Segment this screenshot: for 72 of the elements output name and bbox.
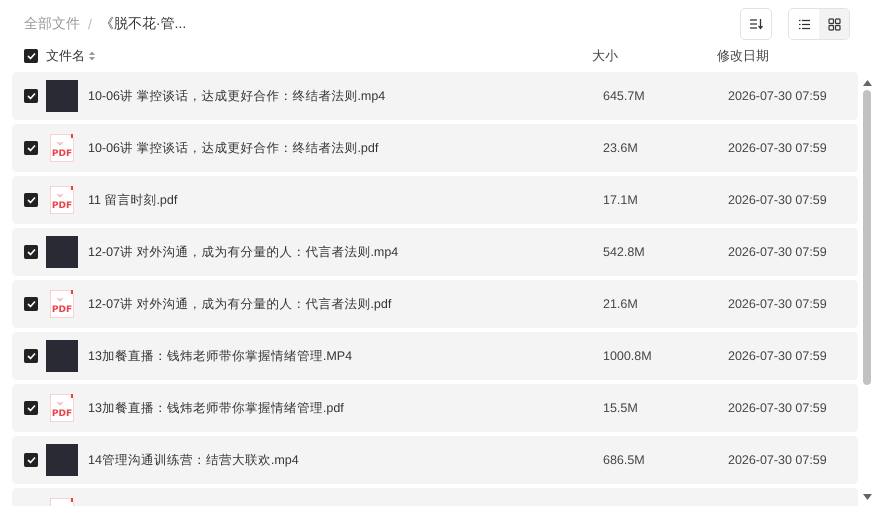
pdf-file-icon: PDF — [49, 393, 75, 423]
check-icon — [26, 92, 36, 100]
pdf-file-icon: PDF — [49, 133, 75, 163]
file-name[interactable]: 12-07讲 对外沟通，成为有分量的人：代言者法则.mp4 — [78, 244, 603, 260]
check-icon — [26, 248, 36, 256]
file-size: 17.1M — [603, 193, 639, 207]
pdf-file-icon: PDF — [49, 185, 75, 215]
photo-placeholder — [46, 236, 78, 268]
modified-date: 2026-07-30 07:59 — [728, 193, 828, 207]
file-size: 542.8M — [603, 245, 646, 259]
grid-view-button[interactable] — [819, 9, 849, 39]
sort-button[interactable] — [740, 8, 772, 40]
check-icon — [26, 404, 36, 412]
file-row[interactable]: PDF 13加餐直播：钱炜老师带你掌握情绪管理.pdf 15.5M 2026-07-30 07:59 — [12, 384, 858, 432]
file-size: 21.6M — [603, 297, 639, 311]
breadcrumb-link[interactable]: 《脱不花·管... — [100, 15, 186, 33]
row-checkbox[interactable] — [24, 297, 38, 311]
file-row[interactable]: 10-06讲 掌控谈话，达成更好合作：终结者法则.mp4 645.7M 2026-07-30 07:59 — [12, 72, 858, 120]
scroll-up-icon[interactable] — [862, 80, 872, 86]
check-icon — [26, 144, 36, 152]
modified-date: 2026-07-30 07:59 — [728, 141, 828, 155]
file-size: 15.5M — [603, 401, 639, 415]
row-checkbox[interactable] — [24, 141, 38, 155]
select-all-checkbox[interactable] — [24, 49, 38, 63]
scrollbar-thumb[interactable] — [863, 90, 871, 385]
photo-placeholder — [46, 340, 78, 372]
row-checkbox[interactable] — [24, 89, 38, 103]
scroll-down-icon[interactable] — [862, 494, 872, 500]
file-name[interactable]: 10-06讲 掌控谈话，达成更好合作：终结者法则.pdf — [78, 140, 603, 156]
file-name[interactable]: 12-07讲 对外沟通，成为有分量的人：代言者法则.pdf — [78, 296, 603, 312]
file-size: 1000.8M — [603, 349, 653, 363]
photo-placeholder — [46, 444, 78, 476]
file-size: 645.7M — [603, 89, 646, 103]
check-icon — [26, 300, 36, 308]
file-row[interactable]: PDF 11 留言时刻.pdf 17.1M 2026-07-30 07:59 — [12, 176, 858, 224]
file-row[interactable]: PDF 10-06讲 掌控谈话，达成更好合作：终结者法则.pdf 23.6M 2026-07-30 07:59 — [12, 124, 858, 172]
check-icon — [26, 456, 36, 464]
file-row[interactable]: 14管理沟通训练营：结营大联欢.mp4 686.5M 2026-07-30 07:59 — [12, 436, 858, 484]
row-checkbox[interactable] — [24, 453, 38, 467]
sort-arrows-icon — [89, 51, 95, 61]
file-name[interactable]: 14管理沟通训练营：结营大联欢.mp4 — [78, 452, 603, 468]
check-icon — [26, 52, 36, 60]
file-row[interactable]: 13加餐直播：钱炜老师带你掌握情绪管理.MP4 1000.8M 2026-07-30 07:59 — [12, 332, 858, 380]
list-icon — [798, 18, 810, 30]
file-size: 23.6M — [603, 141, 639, 155]
check-icon — [26, 196, 36, 204]
column-header[interactable]: 大小 — [592, 47, 717, 65]
row-checkbox[interactable] — [24, 193, 38, 207]
modified-date: 2026-07-30 07:59 — [728, 453, 828, 467]
check-icon — [26, 352, 36, 360]
file-row[interactable]: PDF 12-07讲 对外沟通，成为有分量的人：代言者法则.pdf 21.6M 2026-07-30 07:59 — [12, 280, 858, 328]
file-name[interactable]: 10-06讲 掌控谈话，达成更好合作：终结者法则.mp4 — [78, 88, 603, 104]
modified-date: 2026-07-30 07:59 — [728, 401, 828, 415]
sort-icon — [749, 18, 763, 30]
grid-icon — [828, 18, 840, 30]
row-checkbox[interactable] — [24, 349, 38, 363]
modified-date: 2026-07-30 07:59 — [728, 349, 828, 363]
breadcrumb-separator: / — [88, 16, 92, 32]
file-size: 686.5M — [603, 453, 646, 467]
row-checkbox[interactable] — [24, 245, 38, 259]
modified-date: 2026-07-30 07:59 — [728, 245, 828, 259]
photo-placeholder — [46, 80, 78, 112]
modified-date: 2026-07-30 07:59 — [728, 297, 828, 311]
file-name[interactable]: 13加餐直播：钱炜老师带你掌握情绪管理.pdf — [78, 400, 603, 416]
file-row[interactable]: 12-07讲 对外沟通，成为有分量的人：代言者法则.mp4 542.8M 2026-07-30 07:59 — [12, 228, 858, 276]
file-name[interactable]: 11 留言时刻.pdf — [78, 192, 603, 208]
modified-date: 2026-07-30 07:59 — [728, 89, 828, 103]
file-name[interactable]: 13加餐直播：钱炜老师带你掌握情绪管理.MP4 — [78, 348, 603, 364]
column-header[interactable]: 修改日期 — [717, 47, 847, 65]
pdf-file-icon: PDF — [49, 289, 75, 319]
row-checkbox[interactable] — [24, 401, 38, 415]
column-header[interactable]: 文件名 — [46, 47, 85, 65]
